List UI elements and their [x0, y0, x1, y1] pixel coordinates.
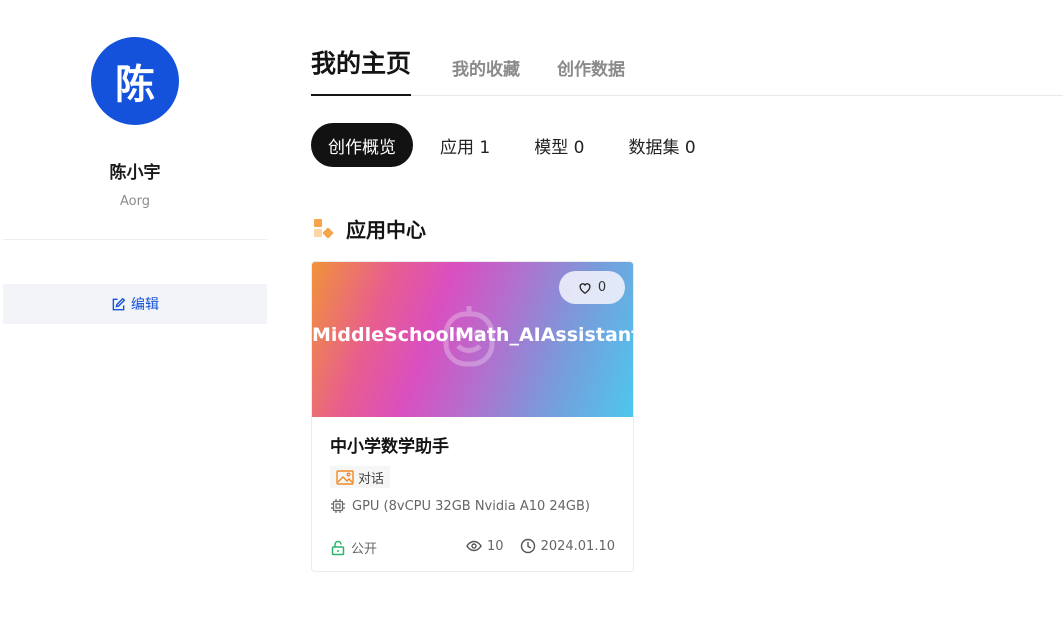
user-name: 陈小宇	[109, 163, 161, 183]
main-tabs: 我的主页 我的收藏 创作数据	[311, 44, 1063, 96]
sidebar-divider	[3, 239, 267, 240]
tab-creation-data[interactable]: 创作数据	[557, 50, 625, 101]
chip-icon	[331, 499, 345, 513]
avatar: 陈	[91, 37, 179, 125]
like-count: 0	[597, 280, 607, 295]
like-button[interactable]: 0	[559, 271, 625, 304]
heart-icon	[579, 282, 591, 294]
card-tag: 对话	[330, 466, 391, 488]
card-views: 10	[487, 538, 504, 554]
section-title: 应用中心	[346, 218, 426, 242]
user-org: Aorg	[120, 194, 150, 209]
card-visibility: 公开	[330, 538, 377, 557]
subtab-models[interactable]: 模型 0	[517, 123, 601, 167]
tab-my-home[interactable]: 我的主页	[311, 44, 412, 96]
eye-icon	[466, 540, 482, 552]
tab-my-favorites[interactable]: 我的收藏	[452, 50, 520, 101]
profile-sidebar: 陈 陈小宇 Aorg 编辑	[3, 0, 267, 618]
app-center-icon	[314, 219, 334, 239]
edit-profile-label: 编辑	[131, 297, 159, 313]
app-card[interactable]: MiddleSchoolMath_AIAssistant 0 中小学数学助手 对…	[311, 261, 634, 572]
card-spec-text: GPU (8vCPU 32GB Nvidia A10 24GB)	[352, 498, 590, 514]
card-tag-label: 对话	[358, 471, 385, 487]
card-title: 中小学数学助手	[330, 437, 449, 457]
sub-tabs: 创作概览 应用 1 模型 0 数据集 0	[311, 123, 723, 167]
card-visibility-label: 公开	[351, 542, 378, 557]
lock-open-icon	[331, 540, 345, 555]
edit-icon	[112, 297, 126, 310]
card-date: 2024.01.10	[540, 538, 615, 554]
card-banner: MiddleSchoolMath_AIAssistant 0	[312, 262, 634, 417]
subtab-datasets[interactable]: 数据集 0	[611, 123, 712, 167]
image-icon	[336, 469, 354, 485]
card-banner-title: MiddleSchoolMath_AIAssistant	[312, 324, 634, 346]
subtab-overview[interactable]: 创作概览	[311, 123, 413, 167]
edit-profile-button[interactable]: 编辑	[3, 284, 267, 324]
subtab-apps[interactable]: 应用 1	[423, 123, 507, 167]
section-header: 应用中心	[313, 214, 426, 243]
card-stats: 10 2024.01.10	[466, 538, 615, 554]
card-spec: GPU (8vCPU 32GB Nvidia A10 24GB)	[330, 498, 590, 514]
clock-icon	[520, 538, 535, 554]
